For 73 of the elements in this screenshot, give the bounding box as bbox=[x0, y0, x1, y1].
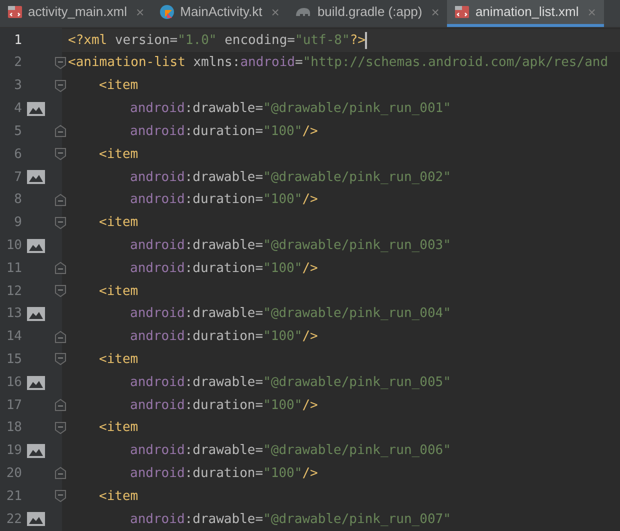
fold-marker-icon[interactable] bbox=[55, 422, 66, 434]
code-line: <item bbox=[99, 419, 138, 438]
image-icon[interactable] bbox=[27, 102, 45, 116]
kotlin-file-icon bbox=[159, 4, 176, 20]
editor-tab[interactable]: build.gradle (:app) × bbox=[287, 0, 448, 27]
image-icon[interactable] bbox=[27, 170, 45, 184]
xml-file-icon bbox=[7, 4, 23, 20]
line-number: 5 bbox=[13, 122, 22, 141]
editor-tab[interactable]: activity_main.xml × bbox=[0, 0, 152, 27]
line-number: 19 bbox=[5, 442, 22, 460]
fold-marker-icon[interactable] bbox=[55, 125, 66, 138]
line-number: 11 bbox=[5, 260, 22, 278]
fold-marker-icon[interactable] bbox=[55, 490, 66, 502]
code-line: android:duration="100"/> bbox=[130, 328, 318, 346]
fold-marker-icon[interactable] bbox=[55, 399, 66, 411]
code-line: <item bbox=[99, 146, 138, 164]
code-line: android:drawable="@drawable/pink_run_006" bbox=[130, 442, 451, 460]
code-line: <item bbox=[99, 282, 138, 301]
image-icon[interactable] bbox=[27, 512, 45, 526]
editor-tab[interactable]: MainActivity.kt × bbox=[152, 0, 288, 27]
line-number: 13 bbox=[5, 305, 22, 324]
code-line: <item bbox=[99, 214, 138, 232]
line-number: 8 bbox=[13, 191, 22, 210]
line-number: 4 bbox=[13, 100, 22, 118]
line-number: 7 bbox=[13, 168, 22, 187]
line-number: 10 bbox=[5, 236, 22, 255]
code-line: android:drawable="@drawable/pink_run_007" bbox=[130, 510, 451, 529]
text-caret bbox=[365, 32, 368, 49]
code-line: android:duration="100"/> bbox=[130, 260, 318, 278]
fold-marker-icon[interactable] bbox=[55, 330, 66, 343]
xml-file-icon bbox=[454, 4, 470, 20]
code-line: android:drawable="@drawable/pink_run_002" bbox=[130, 168, 451, 187]
image-icon[interactable] bbox=[27, 238, 45, 253]
fold-marker-icon[interactable] bbox=[55, 262, 66, 274]
code-line: android:drawable="@drawable/pink_run_004" bbox=[130, 305, 451, 324]
code-line: android:drawable="@drawable/pink_run_005" bbox=[130, 374, 451, 392]
editor-tab[interactable]: animation_list.xml × bbox=[447, 0, 604, 27]
code-line: android:duration="100"/> bbox=[130, 122, 318, 141]
image-icon[interactable] bbox=[27, 307, 45, 322]
code-line: android:duration="100"/> bbox=[130, 396, 318, 415]
line-number: 18 bbox=[5, 419, 22, 438]
fold-marker-icon[interactable] bbox=[55, 56, 66, 69]
line-number: 1 bbox=[13, 32, 22, 50]
fold-marker-icon[interactable] bbox=[55, 148, 66, 160]
fold-marker-icon[interactable] bbox=[55, 216, 66, 228]
code-line: <animation-list xmlns:android="http://schemas.android.com/apk/res/and bbox=[68, 54, 608, 72]
line-number: 3 bbox=[13, 77, 22, 96]
line-number: 20 bbox=[5, 465, 22, 484]
fold-marker-icon[interactable] bbox=[55, 80, 66, 92]
line-number: 2 bbox=[13, 54, 22, 72]
line-number: 9 bbox=[13, 214, 22, 232]
fold-marker-icon[interactable] bbox=[55, 194, 66, 206]
line-number: 6 bbox=[13, 146, 22, 164]
code-line: <item bbox=[99, 488, 138, 506]
image-icon[interactable] bbox=[27, 376, 45, 390]
line-number: 16 bbox=[5, 374, 22, 392]
code-line: <?xml version="1.0" encoding="utf-8"?> bbox=[68, 32, 366, 50]
line-number: 22 bbox=[5, 510, 22, 529]
line-number: 21 bbox=[5, 488, 22, 506]
code-line: android:duration="100"/> bbox=[130, 465, 318, 484]
fold-marker-icon[interactable] bbox=[55, 467, 66, 480]
image-icon[interactable] bbox=[27, 444, 45, 458]
line-number: 15 bbox=[5, 351, 22, 370]
line-number: 17 bbox=[5, 396, 22, 415]
code-line: android:drawable="@drawable/pink_run_001" bbox=[130, 100, 451, 118]
code-line: android:drawable="@drawable/pink_run_003" bbox=[130, 236, 451, 255]
line-number: 12 bbox=[5, 282, 22, 301]
code-line: <item bbox=[99, 351, 138, 370]
fold-marker-icon[interactable] bbox=[55, 353, 66, 366]
line-number: 14 bbox=[5, 328, 22, 346]
fold-marker-icon[interactable] bbox=[55, 284, 66, 297]
code-line: android:duration="100"/> bbox=[130, 191, 318, 210]
code-line: <item bbox=[99, 77, 138, 96]
